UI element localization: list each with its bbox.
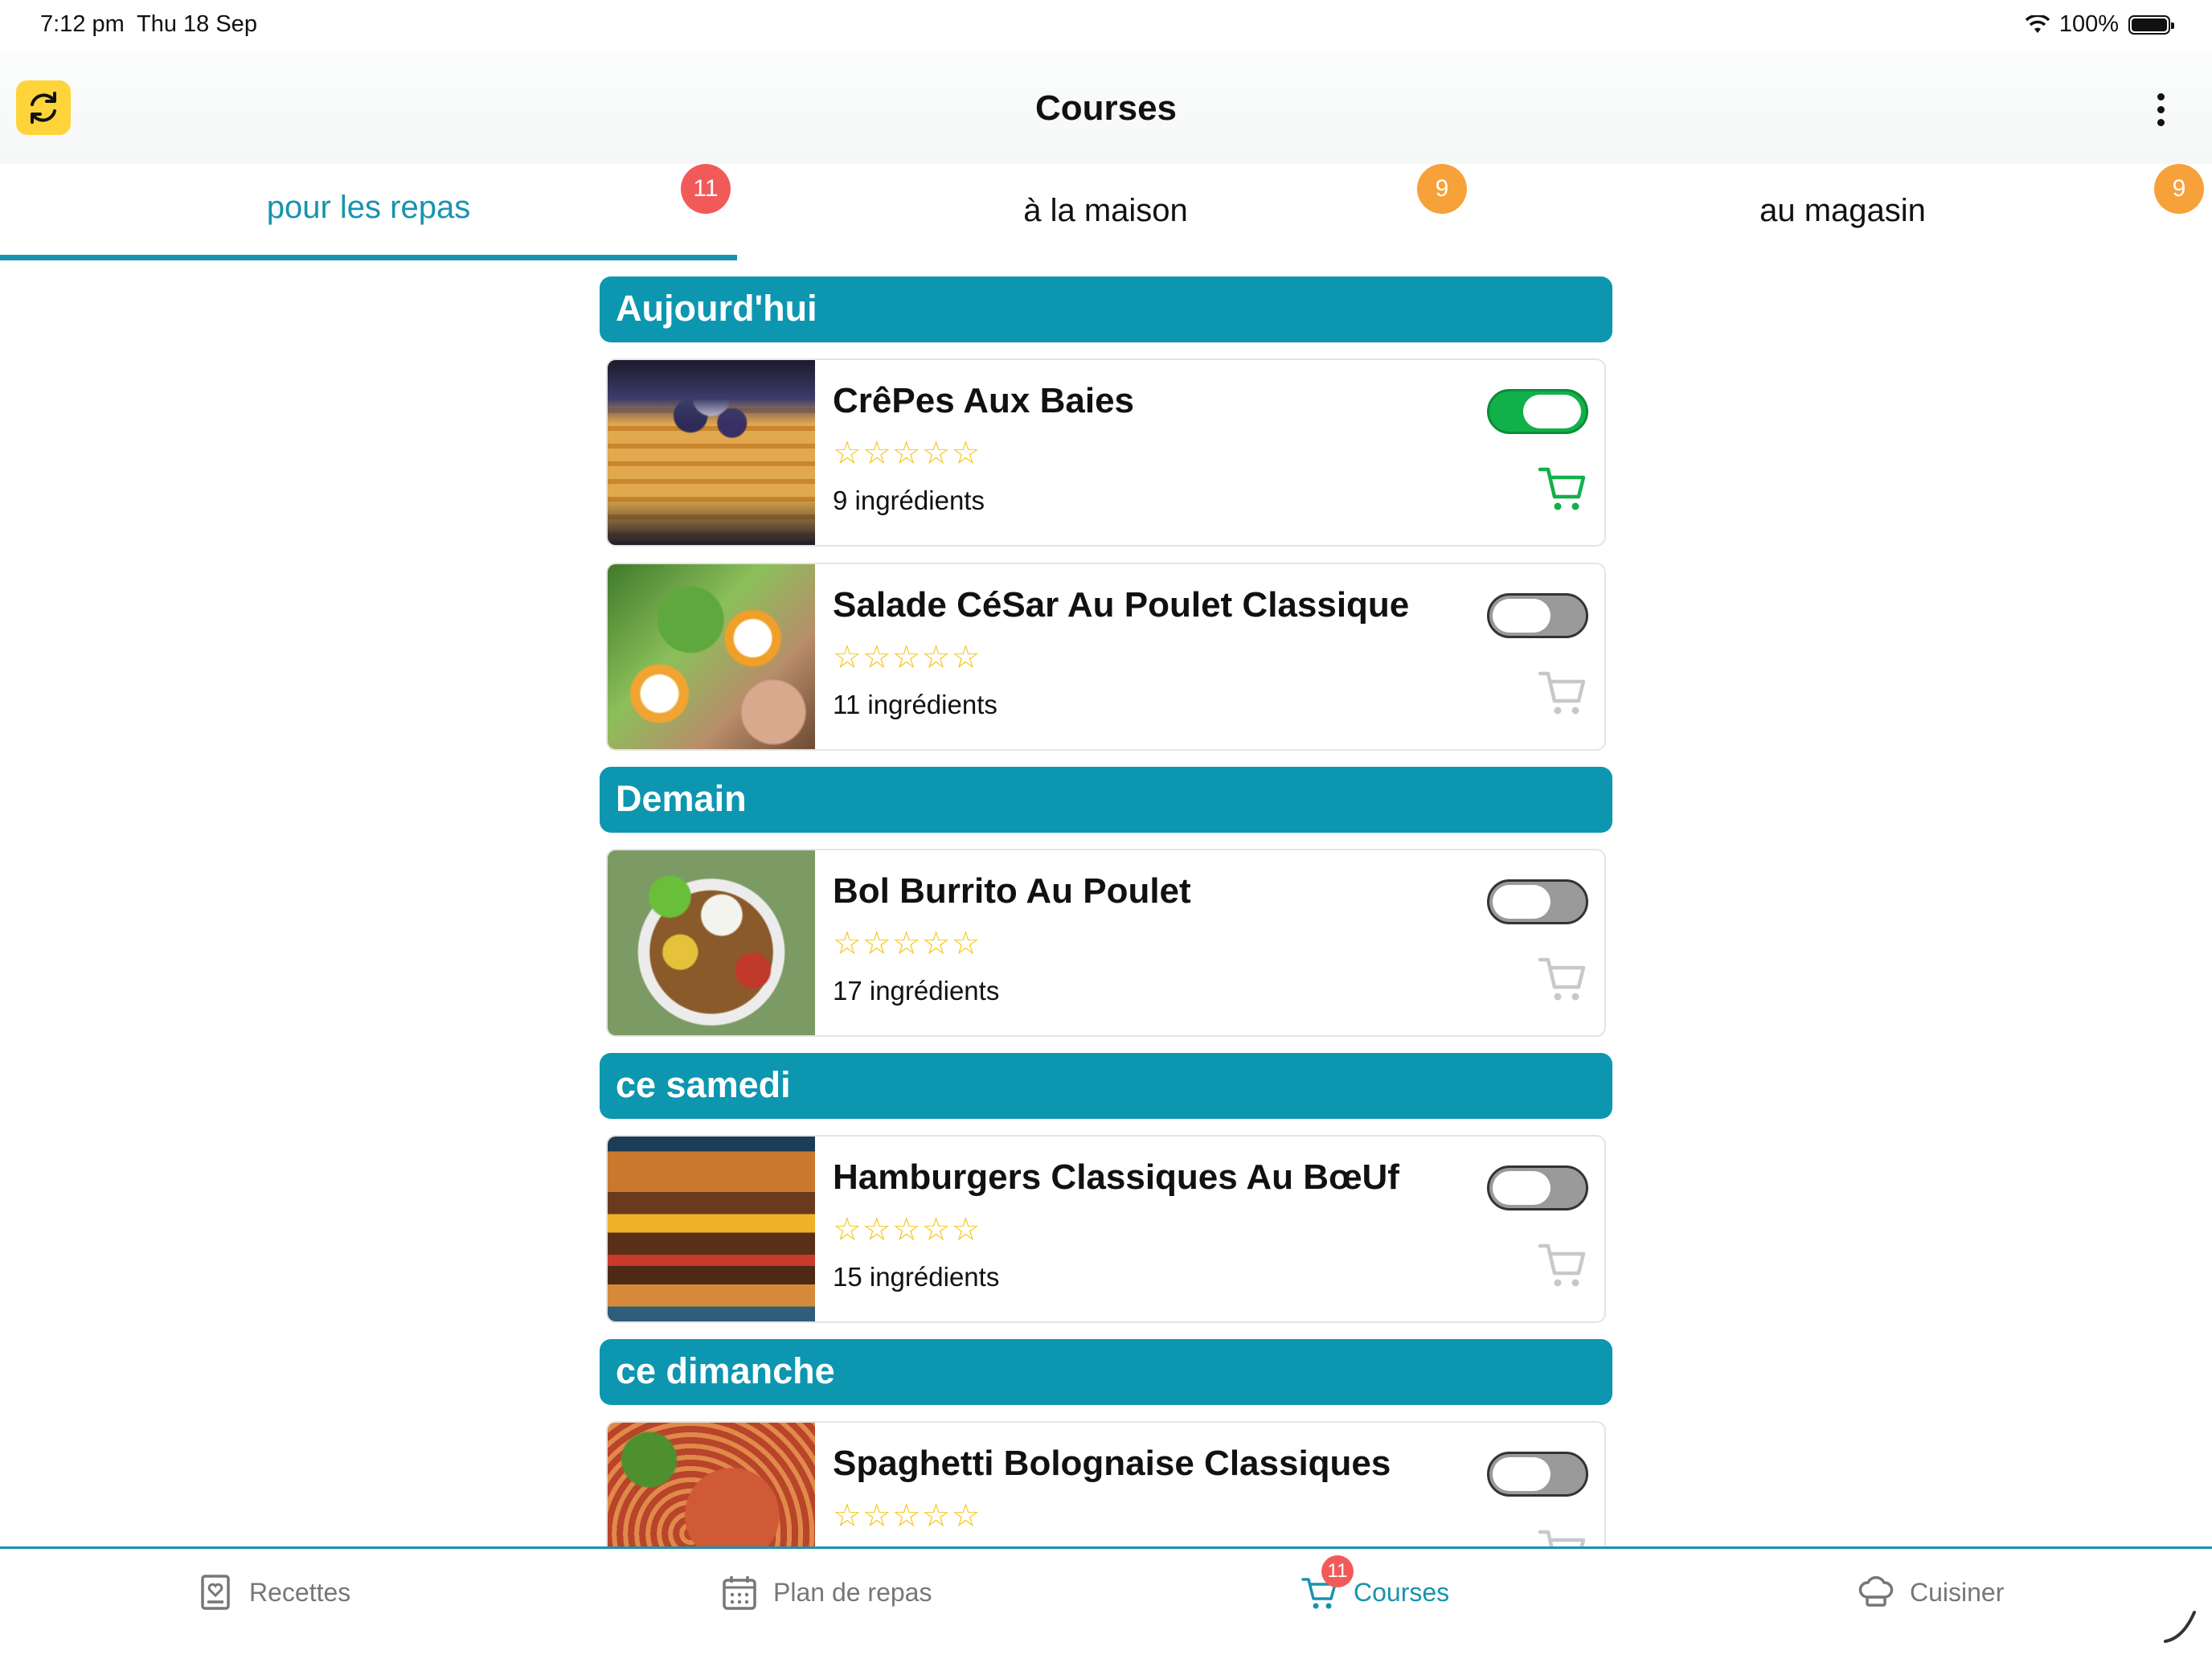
nav-plan-de-repas[interactable]: Plan de repas — [720, 1573, 932, 1612]
recipe-image-caesar-salad — [608, 564, 815, 749]
tab-a-la-maison[interactable]: à la maison 9 — [737, 164, 1474, 260]
recipe-body: Salade CéSar Au Poulet Classique ☆☆☆☆☆ 1… — [815, 564, 1604, 749]
recipe-card[interactable]: Hamburgers Classiques Au BœUf ☆☆☆☆☆ 15 i… — [606, 1135, 1606, 1323]
nav-badge: 11 — [1321, 1555, 1354, 1587]
include-toggle[interactable] — [1487, 1452, 1588, 1497]
battery-percent: 100% — [2058, 11, 2119, 37]
status-date: Thu 18 Sep — [137, 11, 257, 37]
tab-badge: 9 — [2154, 164, 2204, 214]
rating-stars[interactable]: ☆☆☆☆☆ — [833, 1214, 1604, 1246]
status-time: 7:12 pm — [40, 11, 125, 37]
tab-badge: 11 — [681, 164, 731, 214]
recipe-image-pancakes — [608, 360, 815, 545]
nav-recettes[interactable]: Recettes — [196, 1573, 350, 1612]
cart-icon[interactable] — [1537, 667, 1588, 719]
section-header: Aujourd'hui — [600, 276, 1612, 342]
rating-stars[interactable]: ☆☆☆☆☆ — [833, 1500, 1604, 1532]
rating-stars[interactable]: ☆☆☆☆☆ — [833, 437, 1604, 469]
status-right: 100% — [2025, 11, 2174, 38]
home-indicator — [2164, 1611, 2196, 1643]
bottom-nav: Recettes Plan de repas Courses 11 Cuisin… — [0, 1546, 2212, 1659]
ingredient-count: 9 ingrédients — [833, 485, 985, 515]
tab-label: à la maison — [1023, 193, 1188, 228]
nav-label: Recettes — [249, 1577, 351, 1607]
rating-stars[interactable]: ☆☆☆☆☆ — [833, 928, 1604, 960]
recipe-image-burrito-bowl — [608, 850, 815, 1035]
include-toggle[interactable] — [1487, 1165, 1588, 1210]
section-header: ce samedi — [600, 1053, 1612, 1119]
include-toggle[interactable] — [1487, 389, 1588, 434]
recipe-image-beef-burger — [608, 1137, 815, 1321]
recipe-body: CrêPes Aux Baies ☆☆☆☆☆ 9 ingrédients — [815, 360, 1604, 545]
section-header: Demain — [600, 767, 1612, 833]
nav-cuisiner[interactable]: Cuisiner — [1857, 1573, 2004, 1612]
recipe-book-icon — [201, 1575, 230, 1610]
rating-stars[interactable]: ☆☆☆☆☆ — [833, 641, 1604, 674]
include-toggle[interactable] — [1487, 879, 1588, 924]
cart-icon[interactable] — [1537, 1239, 1588, 1291]
tab-bar: pour les repas 11 à la maison 9 au magas… — [0, 164, 2212, 260]
more-dots-icon — [2157, 92, 2165, 100]
tab-au-magasin[interactable]: au magasin 9 — [1474, 164, 2211, 260]
cart-icon[interactable] — [1537, 953, 1588, 1005]
wifi-icon — [2025, 14, 2050, 33]
recipe-card[interactable]: CrêPes Aux Baies ☆☆☆☆☆ 9 ingrédients — [606, 358, 1606, 547]
tab-label: pour les repas — [266, 190, 471, 225]
status-bar: 7:12 pm Thu 18 Sep 100% — [0, 0, 2212, 51]
cart-icon[interactable] — [1537, 463, 1588, 514]
include-toggle[interactable] — [1487, 593, 1588, 638]
recipe-body: Hamburgers Classiques Au BœUf ☆☆☆☆☆ 15 i… — [815, 1137, 1604, 1321]
section-header: ce dimanche — [600, 1339, 1612, 1405]
tab-badge: 9 — [1417, 164, 1467, 214]
tab-pour-les-repas[interactable]: pour les repas 11 — [0, 164, 737, 260]
recipe-card[interactable]: Bol Burrito Au Poulet ☆☆☆☆☆ 17 ingrédien… — [606, 849, 1606, 1037]
active-tab-underline — [0, 255, 737, 260]
tab-label: au magasin — [1759, 193, 1926, 228]
ingredient-count: 17 ingrédients — [833, 976, 1000, 1006]
nav-label: Cuisiner — [1910, 1577, 2005, 1607]
nav-label: Plan de repas — [773, 1577, 932, 1607]
battery-icon — [2128, 14, 2174, 35]
calendar-icon — [723, 1576, 756, 1610]
recipe-body: Bol Burrito Au Poulet ☆☆☆☆☆ 17 ingrédien… — [815, 850, 1604, 1035]
ingredient-count: 15 ingrédients — [833, 1262, 1000, 1292]
recipe-card[interactable]: Salade CéSar Au Poulet Classique ☆☆☆☆☆ 1… — [606, 563, 1606, 751]
meal-list: Aujourd'hui CrêPes Aux Baies ☆☆☆☆☆ 9 ing… — [600, 276, 1612, 1625]
nav-label: Courses — [1354, 1577, 1450, 1607]
chef-hat-icon — [1858, 1575, 1894, 1607]
ingredient-count: 11 ingrédients — [833, 690, 997, 719]
more-options-button[interactable] — [2144, 87, 2177, 132]
page-title: Courses — [1034, 88, 1178, 128]
